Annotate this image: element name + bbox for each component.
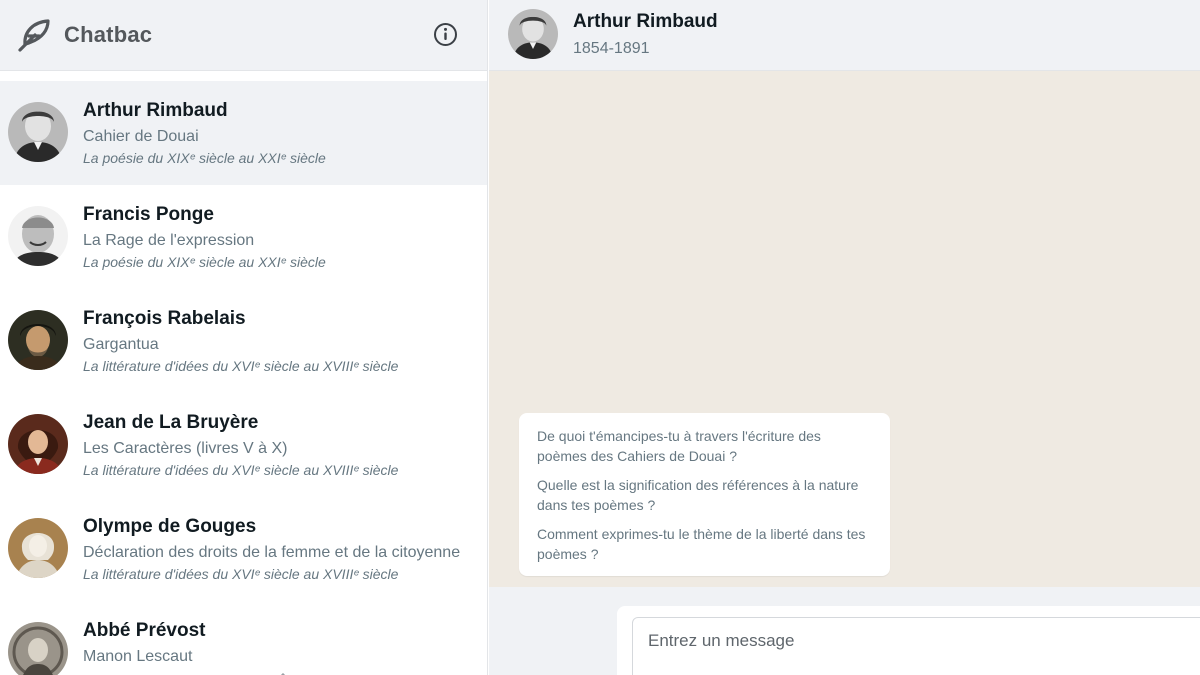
contact-item-francis-ponge[interactable]: Francis Ponge La Rage de l'expression La… [0, 185, 487, 289]
app-title: Chatbac [64, 22, 153, 47]
info-icon[interactable] [432, 21, 459, 48]
contact-period: La littérature d'idées du XVIᵉ siècle au… [83, 566, 399, 582]
contact-work: Manon Lescaut [83, 648, 193, 665]
composer [617, 606, 1200, 675]
contact-name: Olympe de Gouges [83, 516, 257, 537]
contact-work: Cahier de Douai [83, 128, 199, 145]
contact-name: Arthur Rimbaud [83, 100, 228, 121]
message-area: De quoi t'émancipes-tu à travers l'écrit… [489, 71, 1200, 587]
sidebar-header: Chatbac [0, 0, 487, 71]
composer-bar [489, 587, 1200, 675]
contact-work: Déclaration des droits de la femme et de… [83, 544, 461, 561]
chat-contact-name: Arthur Rimbaud [573, 11, 718, 32]
suggestion-question[interactable]: Quelle est la signification des référenc… [537, 475, 872, 515]
contact-name: Francis Ponge [83, 204, 214, 225]
avatar [8, 622, 68, 675]
contact-item-abbe-prevost[interactable]: Abbé Prévost Manon Lescaut [0, 601, 487, 675]
avatar [8, 414, 68, 474]
chat-avatar[interactable] [508, 9, 558, 59]
contact-period: La poésie du XIXᵉ siècle au XXIᵉ siècle [83, 150, 326, 166]
contact-name: François Rabelais [83, 308, 246, 329]
quill-feather-icon [14, 15, 54, 55]
contact-period: La littérature d'idées du XVIᵉ siècle au… [83, 462, 399, 478]
contact-period: La littérature d'idées du XVIᵉ siècle au… [83, 358, 399, 374]
contact-item-olympe-de-gouges[interactable]: Olympe de Gouges Déclaration des droits … [0, 497, 487, 601]
chevron-up-icon[interactable] [278, 666, 288, 675]
contact-list: Arthur Rimbaud Cahier de Douai La poésie… [0, 81, 487, 675]
contact-period: La poésie du XIXᵉ siècle au XXIᵉ siècle [83, 254, 326, 270]
chat-header: Arthur Rimbaud 1854-1891 [489, 0, 1200, 71]
contact-name: Abbé Prévost [83, 620, 206, 641]
suggestion-question[interactable]: De quoi t'émancipes-tu à travers l'écrit… [537, 426, 872, 466]
avatar [8, 102, 68, 162]
contact-name: Jean de La Bruyère [83, 412, 259, 433]
message-input[interactable] [632, 617, 1200, 675]
contact-item-arthur-rimbaud[interactable]: Arthur Rimbaud Cahier de Douai La poésie… [0, 81, 487, 185]
contact-work: Les Caractères (livres V à X) [83, 440, 288, 457]
contact-item-francois-rabelais[interactable]: François Rabelais Gargantua La littératu… [0, 289, 487, 393]
contact-work: Gargantua [83, 336, 159, 353]
suggestions-card: De quoi t'émancipes-tu à travers l'écrit… [519, 413, 890, 576]
avatar [8, 518, 68, 578]
contact-work: La Rage de l'expression [83, 232, 255, 249]
contact-item-jean-de-la-bruyere[interactable]: Jean de La Bruyère Les Caractères (livre… [0, 393, 487, 497]
sidebar: Chatbac Arthur Rimbaud Cahier de Douai L… [0, 0, 488, 675]
chat-contact-dates: 1854-1891 [573, 40, 650, 57]
avatar [8, 206, 68, 266]
chat-panel: Arthur Rimbaud 1854-1891 De quoi t'émanc… [489, 0, 1200, 675]
suggestion-question[interactable]: Comment exprimes-tu le thème de la liber… [537, 524, 872, 564]
avatar [8, 310, 68, 370]
